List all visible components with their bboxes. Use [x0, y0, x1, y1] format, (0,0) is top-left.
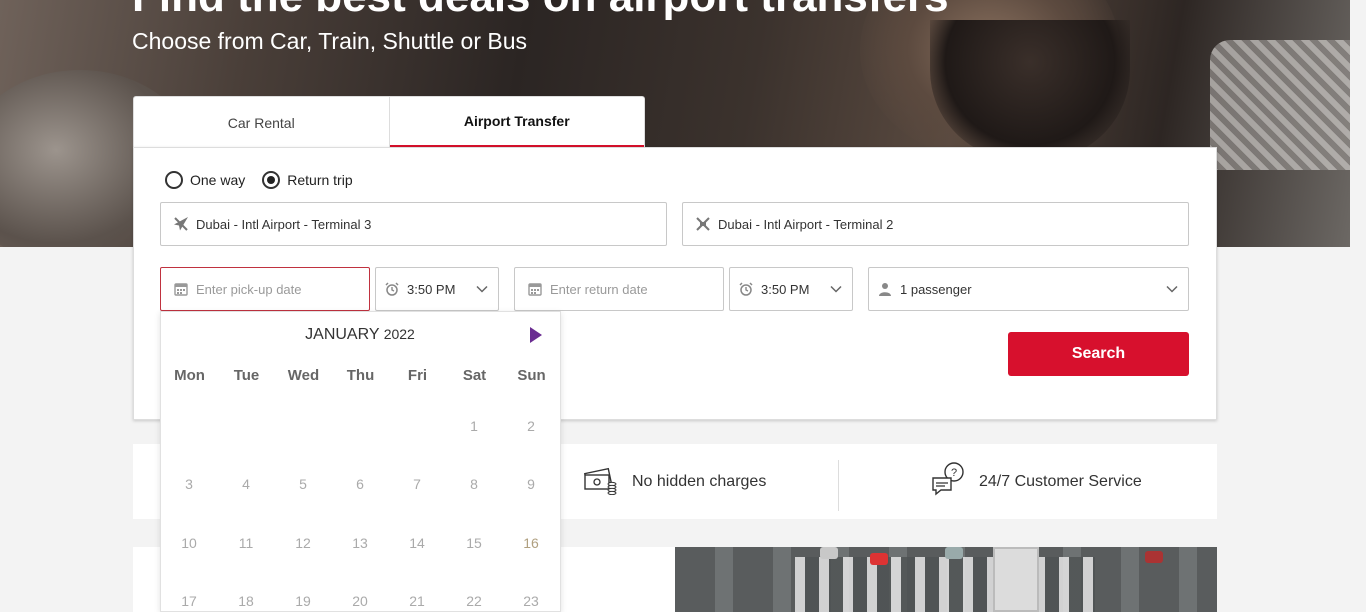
one-way-radio[interactable]: [165, 171, 183, 189]
calendar-day[interactable]: 8: [454, 476, 494, 492]
calendar-day[interactable]: 6: [340, 476, 380, 492]
calendar-day[interactable]: 18: [226, 593, 266, 609]
pickup-date-placeholder: Enter pick-up date: [196, 281, 302, 297]
return-time-select[interactable]: 3:50 PM: [729, 267, 853, 311]
hero-title: Find the best deals on airport transfers: [132, 0, 949, 22]
person-icon: [877, 281, 893, 297]
calendar-day[interactable]: 11: [226, 535, 266, 551]
calendar-weekday: Mon: [174, 367, 205, 384]
alarm-clock-icon: [738, 281, 754, 297]
calendar-weekday: Sat: [462, 367, 487, 384]
chevron-down-icon: [1166, 282, 1178, 297]
alarm-clock-icon: [384, 281, 400, 297]
calendar-day[interactable]: 5: [283, 476, 323, 492]
calendar-year: 2022: [383, 326, 415, 342]
feature-label: 24/7 Customer Service: [979, 472, 1142, 490]
return-time-value: 3:50 PM: [761, 281, 810, 297]
chevron-down-icon: [476, 282, 488, 297]
calendar-weekday: Tue: [233, 367, 260, 384]
calendar-day[interactable]: 22: [454, 593, 494, 609]
calendar-icon: [173, 281, 189, 297]
chevron-down-icon: [830, 282, 842, 297]
feature-divider: [838, 460, 839, 511]
calendar-day[interactable]: 20: [340, 593, 380, 609]
calendar-day[interactable]: 12: [283, 535, 323, 551]
pickup-time-value: 3:50 PM: [407, 281, 456, 297]
tab-airport-transfer[interactable]: Airport Transfer: [389, 97, 644, 148]
calendar-month-year: JANUARY 2022: [161, 326, 559, 344]
return-date-placeholder: Enter return date: [550, 281, 648, 297]
calendar-weekday: Fri: [407, 367, 428, 384]
passengers-select[interactable]: 1 passenger: [868, 267, 1189, 311]
calendar-day[interactable]: 15: [454, 535, 494, 551]
calendar-day[interactable]: 16: [511, 535, 551, 551]
product-tabs: Car Rental Airport Transfer: [133, 96, 645, 148]
trip-type-selector: One way Return trip: [165, 171, 370, 189]
car-shape: [1145, 551, 1163, 563]
calendar-weekday: Sun: [517, 367, 546, 384]
calendar-day[interactable]: 9: [511, 476, 551, 492]
date-picker-calendar: JANUARY 2022 Mon Tue Wed Thu Fri Sat Sun 1 2 3 4 5 6…: [160, 311, 561, 612]
calendar-day[interactable]: 10: [169, 535, 209, 551]
plane-icon: [173, 216, 189, 232]
calendar-day[interactable]: 2: [511, 418, 551, 434]
calendar-day[interactable]: 19: [283, 593, 323, 609]
return-trip-radio[interactable]: [262, 171, 281, 189]
plane-icon: [695, 216, 711, 232]
passengers-value: 1 passenger: [900, 281, 972, 297]
calendar-day[interactable]: 3: [169, 476, 209, 492]
support-chat-icon: ?: [931, 462, 979, 501]
calendar-day[interactable]: 7: [397, 476, 437, 492]
car-shape: [945, 547, 963, 559]
calendar-day[interactable]: 4: [226, 476, 266, 492]
one-way-label[interactable]: One way: [190, 172, 245, 188]
calendar-weekday: Wed: [287, 367, 320, 384]
pickup-location-field[interactable]: Dubai - Intl Airport - Terminal 3: [160, 202, 667, 246]
pickup-time-select[interactable]: 3:50 PM: [375, 267, 499, 311]
hero-image-shirt: [1210, 40, 1350, 170]
hero-subtitle: Choose from Car, Train, Shuttle or Bus: [132, 28, 528, 54]
bus-top: [993, 547, 1039, 612]
calendar-day[interactable]: 14: [397, 535, 437, 551]
feature-no-hidden-charges: No hidden charges: [583, 444, 767, 519]
calendar-day[interactable]: 13: [340, 535, 380, 551]
crosswalk-stripes: [795, 557, 1095, 612]
next-month-arrow-icon[interactable]: [529, 327, 543, 348]
feature-label: No hidden charges: [632, 472, 767, 490]
promo-image-street: [675, 547, 1217, 612]
calendar-weekday: Thu: [346, 367, 375, 384]
calendar-day[interactable]: 17: [169, 593, 209, 609]
dropoff-location-field[interactable]: Dubai - Intl Airport - Terminal 2: [682, 202, 1189, 246]
money-icon: [583, 463, 632, 500]
tab-car-rental[interactable]: Car Rental: [134, 97, 390, 148]
feature-customer-service: ? 24/7 Customer Service: [931, 444, 1142, 519]
search-button[interactable]: Search: [1008, 332, 1189, 376]
dropoff-location-value: Dubai - Intl Airport - Terminal 2: [718, 216, 894, 232]
pickup-location-value: Dubai - Intl Airport - Terminal 3: [196, 216, 372, 232]
calendar-day[interactable]: 21: [397, 593, 437, 609]
return-trip-label[interactable]: Return trip: [287, 172, 352, 188]
pickup-date-field[interactable]: Enter pick-up date: [160, 267, 370, 311]
calendar-day[interactable]: 1: [454, 418, 494, 434]
svg-text:?: ?: [951, 467, 957, 479]
car-shape: [870, 553, 888, 565]
car-shape: [820, 547, 838, 559]
calendar-day[interactable]: 23: [511, 593, 551, 609]
return-date-field[interactable]: Enter return date: [514, 267, 724, 311]
calendar-icon: [527, 281, 543, 297]
calendar-month: JANUARY: [305, 326, 380, 343]
